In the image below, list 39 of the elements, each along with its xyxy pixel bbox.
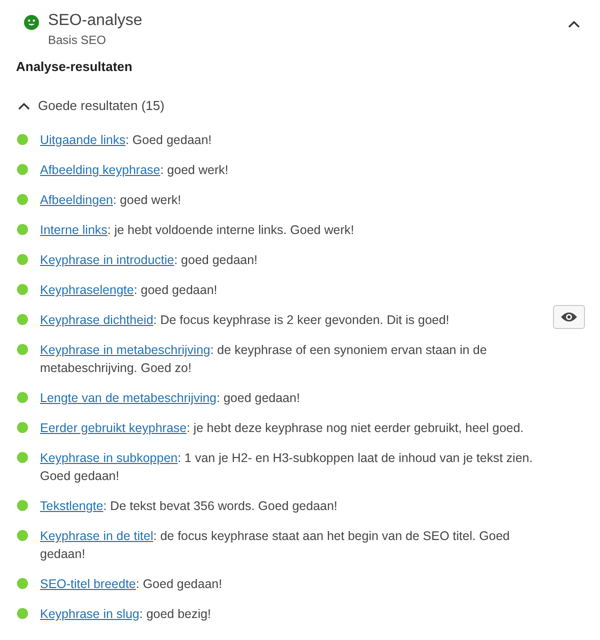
result-link[interactable]: Afbeelding keyphrase [40,163,160,177]
result-link[interactable]: Keyphrase in slug [40,607,140,621]
result-text: Keyphraselengte: goed gedaan! [40,282,218,299]
result-text: Keyphrase in subkoppen: 1 van je H2- en H3-subkoppen laat de inhoud van je tekst zien. Goed gedaan! [40,450,534,485]
result-link[interactable]: Tekstlengte [40,499,104,513]
result-text: Keyphrase in slug: goed bezig! [40,606,212,623]
result-text: SEO-titel breedte: Goed gedaan! [40,576,224,593]
panel-subtitle: Basis SEO [48,33,108,47]
result-link[interactable]: Eerder gebruikt keyphrase [40,421,187,435]
result-text: Uitgaande links: Goed gedaan! [40,132,213,149]
chevron-icon [568,20,580,28]
result-link[interactable]: Keyphrase in metabeschrijving [40,343,210,357]
result-link[interactable]: Keyphrase in de titel [40,529,154,543]
result-text: Afbeeldingen: goed werk! [40,192,182,209]
result-text: Afbeelding keyphrase: goed werk! [40,162,230,179]
chevron-icon [18,102,30,110]
smiley-icon [24,15,39,30]
result-link[interactable]: Lengte van de metabeschrijving [40,391,217,405]
result-link[interactable]: Keyphrase in introductie [40,253,174,267]
result-text: Keyphrase in metabeschrijving: de keyphrase of een synoniem ervan staan in de metabeschrijving. Goed zo! [40,342,488,377]
result-link[interactable]: Afbeeldingen [40,193,113,207]
result-text: Keyphrase dichtheid: De focus keyphrase is 2 keer gevonden. Dit is goed! [40,312,450,329]
results-toggle[interactable]: Goede resultaten (15) [14,96,168,115]
result-link[interactable]: Keyphrase dichtheid [40,313,154,327]
result-link[interactable]: Interne links [40,223,108,237]
eye-button[interactable] [553,305,585,329]
result-link[interactable]: Keyphraselengte [40,283,134,297]
result-text: Keyphrase in de titel: de focus keyphrase staat aan het begin van de SEO titel. Goed gedaan! [40,528,511,563]
result-text: Keyphrase in introductie: goed gedaan! [40,252,259,269]
result-link[interactable]: SEO-titel breedte [40,577,136,591]
section-heading: Analyse-resultaten [16,59,134,74]
result-text: Tekstlengte: De tekst bevat 356 words. Goed gedaan! [40,498,338,515]
result-text: Eerder gebruikt keyphrase: je hebt deze keyphrase nog niet eerder gebruikt, heel goed. [40,420,525,437]
result-link[interactable]: Uitgaande links [40,133,126,147]
result-text: Interne links: je hebt voldoende interne links. Goed werk! [40,222,356,239]
eye-icon [560,311,578,323]
result-text: Lengte van de metabeschrijving: goed gedaan! [40,390,301,407]
result-link[interactable]: Keyphrase in subkoppen [40,451,178,465]
panel-title: SEO-analyse [48,12,144,30]
